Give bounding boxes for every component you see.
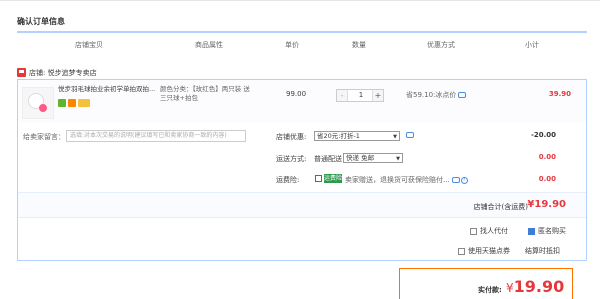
- proxy-pay-checkbox[interactable]: [470, 227, 477, 235]
- col-subtotal-header: 小计: [525, 41, 539, 49]
- tmall-points-checkbox[interactable]: [458, 247, 465, 255]
- shipping-value: 快递 免邮: [346, 154, 375, 162]
- shop-name-link[interactable]: 店铺: 悦步追梦专卖店: [29, 68, 97, 78]
- guarantee-icon: [58, 99, 66, 107]
- col-qty-header: 数量: [352, 41, 366, 49]
- shop-icon: [17, 68, 26, 77]
- message-input[interactable]: 选填:对本次交易的说明(建议填写已和卖家协商一致的内容): [66, 130, 246, 142]
- chat-icon[interactable]: [406, 132, 414, 138]
- item-subtotal: 39.90: [548, 90, 571, 98]
- qty-minus-button[interactable]: -: [337, 90, 348, 101]
- shop-promo-amount: -20.00: [530, 131, 556, 139]
- pay-label: 实付款:: [478, 286, 502, 294]
- payment-summary: 实付款: ¥19.90: [399, 268, 573, 299]
- title-rule: [17, 31, 587, 33]
- anonymous-option[interactable]: 匿名购买: [528, 226, 566, 236]
- insurance-amount: 0.00: [538, 175, 556, 183]
- shipping-normal: 普通配送: [314, 155, 342, 163]
- pay-value: ¥19.90: [506, 277, 564, 296]
- insurance-desc: 卖家赠送，退换货可获保险赔付...: [345, 176, 450, 184]
- quantity-stepper[interactable]: - 1 +: [336, 89, 384, 102]
- top-divider: [0, 0, 600, 4]
- proxy-pay-label: 找人代付: [480, 227, 508, 235]
- dropdown-arrow-icon: ▼: [393, 134, 397, 140]
- qty-plus-button[interactable]: +: [372, 90, 383, 101]
- insurance-checkbox[interactable]: [315, 175, 322, 182]
- chat-icon[interactable]: [458, 92, 467, 98]
- product-title-link[interactable]: 悦步羽毛球拍业余初学单拍双拍...: [58, 85, 160, 94]
- anonymous-checkbox[interactable]: [528, 227, 535, 235]
- table-header: 店铺宝贝 商品属性 单价 数量 优惠方式 小计: [17, 38, 587, 52]
- col-price-header: 单价: [285, 41, 299, 49]
- shop-total-label: 店铺合计(含运费): [473, 203, 528, 211]
- item-promo: 省59.10:冰点价: [406, 90, 467, 100]
- proxy-pay-option[interactable]: 找人代付: [470, 226, 508, 236]
- shop-promo-label: 店铺优惠:: [276, 133, 307, 141]
- product-thumbnail[interactable]: [22, 87, 54, 119]
- unit-price: 99.00: [286, 90, 307, 98]
- points-rule-text: 结算时抵扣: [525, 247, 560, 255]
- insurance-label: 运费险:: [276, 176, 300, 184]
- anonymous-label: 匿名购买: [538, 227, 566, 235]
- message-label: 给卖家留言：: [23, 133, 65, 141]
- product-attributes: 颜色分类：【玫红色】两只装 送三只球+拍包: [160, 85, 250, 102]
- pay-amount: 19.90: [513, 277, 565, 296]
- help-icon[interactable]: ?: [460, 176, 468, 184]
- currency-symbol: ¥: [506, 281, 514, 295]
- promo-text: 省59.10:冰点价: [406, 91, 457, 99]
- return-icon: [68, 99, 76, 107]
- tmall-points-label: 使用天猫点券: [468, 247, 510, 255]
- credit-card-icon: [78, 99, 90, 107]
- dropdown-arrow-icon: ▼: [396, 156, 400, 162]
- section-title: 确认订单信息: [17, 17, 65, 26]
- chat-icon[interactable]: [451, 177, 460, 183]
- col-item-header: 店铺宝贝: [75, 41, 103, 49]
- racket-accent: [39, 104, 47, 112]
- shipping-label: 运送方式:: [276, 155, 307, 163]
- insurance-badge: 运费险: [324, 174, 343, 183]
- shipping-amount: 0.00: [538, 153, 556, 161]
- insurance-text: 卖家赠送，退换货可获保险赔付...?: [345, 175, 468, 185]
- col-promo-header: 优惠方式: [427, 41, 455, 49]
- qty-input[interactable]: 1: [349, 90, 373, 101]
- shop-promo-value: 省20元:打折-1: [317, 132, 360, 140]
- col-attr-header: 商品属性: [195, 41, 223, 49]
- tmall-points-option[interactable]: 使用天猫点券: [458, 246, 510, 256]
- shop-total-row: 店铺合计(含运费) ¥19.90: [18, 192, 586, 218]
- shop-promo-select[interactable]: 省20元:打折-1 ▼: [314, 131, 400, 141]
- shipping-select[interactable]: 快递 免邮 ▼: [343, 153, 403, 163]
- order-panel: 悦步羽毛球拍业余初学单拍双拍... 颜色分类：【玫红色】两只装 送三只球+拍包 …: [17, 79, 587, 261]
- shop-total-value: ¥19.90: [527, 199, 566, 210]
